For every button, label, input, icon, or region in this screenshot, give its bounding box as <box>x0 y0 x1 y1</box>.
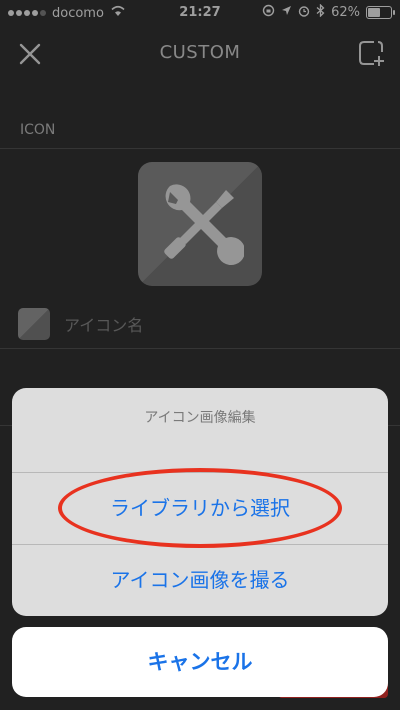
take-photo-option[interactable]: アイコン画像を撮る <box>12 545 388 616</box>
action-sheet: アイコン画像編集 ライブラリから選択 アイコン画像を撮る <box>12 388 388 616</box>
cancel-button[interactable]: キャンセル <box>12 627 388 697</box>
choose-from-library-option[interactable]: ライブラリから選択 <box>12 473 388 544</box>
action-sheet-title: アイコン画像編集 <box>144 410 256 426</box>
